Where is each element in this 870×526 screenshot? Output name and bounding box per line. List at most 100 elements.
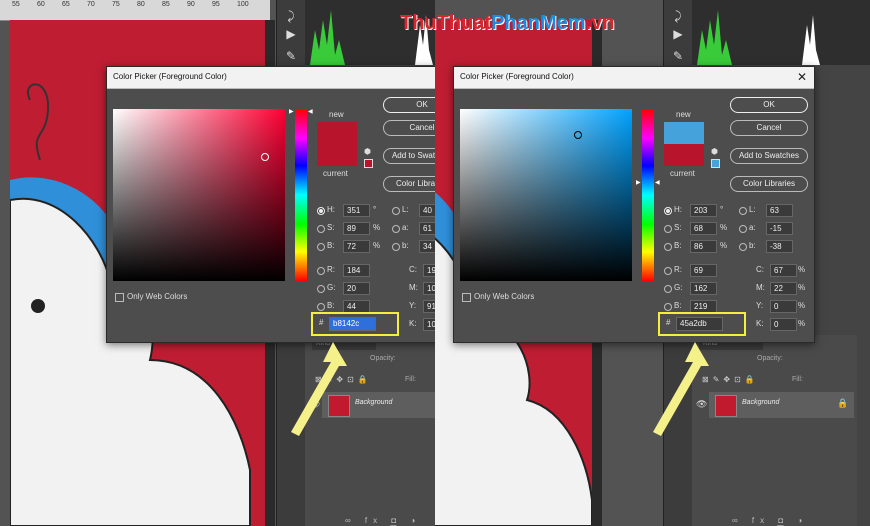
hue-slider[interactable]: ▶ ◀: [289, 109, 313, 281]
input-m[interactable]: 22: [770, 282, 797, 295]
input-c[interactable]: 19: [423, 264, 435, 277]
radio-s[interactable]: [317, 225, 325, 233]
radio-a[interactable]: [739, 225, 747, 233]
radio-a[interactable]: [392, 225, 400, 233]
ruler-label: 75: [112, 1, 120, 8]
layers-bottom-icons[interactable]: ∞ fx ◘ ◑ ▬ ◻ 🗑: [345, 516, 435, 526]
current-color-swatch[interactable]: [317, 144, 357, 166]
radio-g[interactable]: [317, 285, 325, 293]
opacity-label: Opacity:: [757, 355, 783, 362]
input-lab-b[interactable]: 34: [419, 240, 435, 253]
brush-icon[interactable]: ✎: [670, 48, 686, 64]
input-l[interactable]: 40: [419, 204, 435, 217]
web-safe-swatch[interactable]: [364, 159, 373, 168]
tool-icon[interactable]: ⤸: [670, 8, 686, 24]
layers-bottom-icons[interactable]: ∞ fx ◘ ◑ ▬ ◻ 🗑: [732, 516, 822, 526]
play-icon[interactable]: ▶: [283, 26, 299, 42]
hex-input[interactable]: 45a2db: [676, 317, 723, 331]
hex-highlight-box: # b8142c: [311, 312, 399, 336]
ruler-label: 90: [187, 1, 195, 8]
hex-input[interactable]: b8142c: [329, 317, 376, 331]
input-a[interactable]: 61: [419, 222, 435, 235]
radio-blue[interactable]: [664, 303, 672, 311]
radio-s[interactable]: [664, 225, 672, 233]
saturation-brightness-field[interactable]: [460, 109, 632, 281]
input-l[interactable]: 63: [766, 204, 793, 217]
add-to-swatches-button[interactable]: Add to Swatches: [383, 148, 435, 164]
input-r[interactable]: 69: [690, 264, 717, 277]
color-libraries-button[interactable]: Color Libraries: [383, 176, 435, 192]
hue-arrow-right-icon[interactable]: ◀: [655, 179, 660, 186]
label-a: a:: [749, 223, 756, 232]
saturation-brightness-field[interactable]: [113, 109, 285, 281]
web-safe-swatch[interactable]: [711, 159, 720, 168]
ok-button[interactable]: OK: [730, 97, 808, 113]
cube-icon[interactable]: ⬢: [711, 147, 718, 156]
cancel-button[interactable]: Cancel: [730, 120, 808, 136]
current-label: current: [323, 169, 348, 178]
layer-row-background[interactable]: Background 🔒: [709, 392, 854, 418]
input-k[interactable]: 10: [423, 318, 435, 331]
current-color-swatch[interactable]: [664, 144, 704, 166]
unit-pct: %: [720, 241, 728, 250]
radio-blue[interactable]: [317, 303, 325, 311]
input-y[interactable]: 0: [770, 300, 797, 313]
hue-arrow-right-icon[interactable]: ◀: [308, 108, 313, 115]
only-web-colors-label: Only Web Colors: [474, 292, 535, 301]
input-b[interactable]: 72: [343, 240, 370, 253]
unit-pct: %: [373, 223, 381, 232]
radio-r[interactable]: [664, 267, 672, 275]
lock-icon[interactable]: 🔒: [837, 398, 848, 409]
input-r[interactable]: 184: [343, 264, 370, 277]
input-b[interactable]: 86: [690, 240, 717, 253]
input-s[interactable]: 68: [690, 222, 717, 235]
color-field-cursor[interactable]: [574, 131, 582, 139]
ok-button[interactable]: OK: [383, 97, 435, 113]
input-m[interactable]: 100: [423, 282, 435, 295]
hue-arrow-left-icon[interactable]: ▶: [289, 108, 294, 115]
input-h[interactable]: 203: [690, 204, 717, 217]
radio-r[interactable]: [317, 267, 325, 275]
input-s[interactable]: 89: [343, 222, 370, 235]
radio-b[interactable]: [317, 243, 325, 251]
only-web-colors-checkbox[interactable]: [115, 293, 124, 302]
input-a[interactable]: -15: [766, 222, 793, 235]
input-lab-b[interactable]: -38: [766, 240, 793, 253]
add-to-swatches-button[interactable]: Add to Swatches: [730, 148, 808, 164]
radio-g[interactable]: [664, 285, 672, 293]
label-y: Y:: [756, 301, 764, 310]
input-h[interactable]: 351: [343, 204, 370, 217]
ruler-label: 70: [87, 1, 95, 8]
radio-h[interactable]: [317, 207, 325, 215]
radio-b[interactable]: [664, 243, 672, 251]
radio-h[interactable]: [664, 207, 672, 215]
only-web-colors-checkbox[interactable]: [462, 293, 471, 302]
brush-icon[interactable]: ✎: [283, 48, 299, 64]
label-l: L:: [749, 205, 756, 214]
input-c[interactable]: 67: [770, 264, 797, 277]
highlight-arrow-icon: [653, 342, 709, 436]
input-g[interactable]: 20: [343, 282, 370, 295]
ruler-label: 55: [12, 1, 20, 8]
color-libraries-button[interactable]: Color Libraries: [730, 176, 808, 192]
hue-arrow-left-icon[interactable]: ▶: [636, 179, 641, 186]
radio-l[interactable]: [392, 207, 400, 215]
tool-icon[interactable]: ⤸: [283, 8, 299, 24]
close-icon[interactable]: ✕: [797, 70, 807, 84]
label-g: G:: [327, 283, 336, 292]
hue-slider[interactable]: ▶ ◀: [636, 109, 660, 281]
color-field-cursor[interactable]: [261, 153, 269, 161]
cube-icon[interactable]: ⬢: [364, 147, 371, 156]
cancel-button[interactable]: Cancel: [383, 120, 435, 136]
fill-label: Fill:: [792, 376, 803, 383]
layer-thumbnail: [715, 395, 737, 417]
ruler-label: 95: [212, 1, 220, 8]
radio-lab-b[interactable]: [739, 243, 747, 251]
radio-l[interactable]: [739, 207, 747, 215]
play-icon[interactable]: ▶: [670, 26, 686, 42]
input-g[interactable]: 162: [690, 282, 717, 295]
radio-lab-b[interactable]: [392, 243, 400, 251]
input-y[interactable]: 91: [423, 300, 435, 313]
label-k: K:: [409, 319, 417, 328]
input-k[interactable]: 0: [770, 318, 797, 331]
